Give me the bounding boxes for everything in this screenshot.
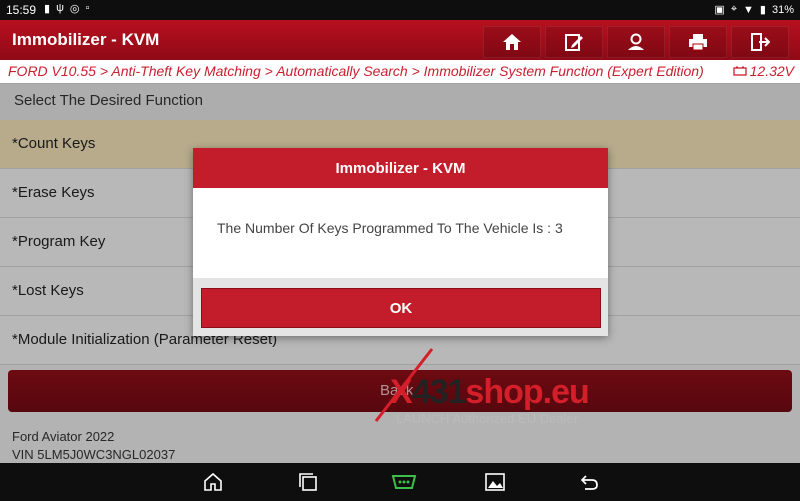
- watermark-tagline: LAUNCH Authorized EU Dealer: [396, 411, 579, 426]
- breadcrumb: FORD V10.55 > Anti-Theft Key Matching > …: [0, 60, 800, 84]
- notification-icon: ◎: [69, 3, 80, 15]
- voltage-readout: 12.32V: [732, 63, 794, 79]
- back-arrow-icon: [580, 475, 598, 490]
- nav-home-button[interactable]: [201, 471, 225, 493]
- nav-recents-button[interactable]: [296, 471, 320, 493]
- home-outline-icon: [204, 472, 222, 491]
- box-icon: ▫: [85, 2, 90, 14]
- vci-connector-icon: [391, 475, 417, 489]
- nav-vci-button[interactable]: [390, 471, 418, 493]
- vpn-icon: ▣: [714, 4, 725, 16]
- edit-report-icon: [565, 34, 583, 51]
- usb-icon: ψ: [56, 2, 64, 14]
- dialog-footer: OK: [193, 278, 608, 336]
- nav-gallery-button[interactable]: [483, 471, 507, 493]
- dialog-title: Immobilizer - KVM: [193, 148, 608, 188]
- recents-icon: [299, 473, 317, 491]
- edit-report-button[interactable]: [545, 26, 603, 58]
- navigation-bar: [0, 463, 800, 501]
- nav-back-button[interactable]: [577, 471, 601, 493]
- home-icon: [503, 34, 521, 50]
- status-bar: 15:59 ▮ ψ ◎ ▫ ▣ ⌖ ▼ ▮ 31%: [0, 0, 800, 20]
- dialog-message: The Number Of Keys Programmed To The Veh…: [217, 220, 563, 236]
- location-icon: ⌖: [730, 3, 738, 15]
- print-icon: [689, 34, 707, 51]
- print-button[interactable]: [669, 26, 727, 58]
- user-button[interactable]: [607, 26, 665, 58]
- watermark-logo: X431shop.eu LAUNCH Authorized EU Dealer: [370, 345, 620, 426]
- battery-percent: 31%: [771, 3, 794, 16]
- battery-icon: ▮: [759, 4, 766, 16]
- wifi-icon: ▼: [743, 3, 754, 16]
- image-icon: [485, 473, 505, 491]
- home-button[interactable]: [483, 26, 541, 58]
- clock: 15:59: [6, 3, 37, 17]
- battery-voltage-icon: [732, 66, 747, 76]
- exit-icon: [751, 33, 770, 51]
- key-count-dialog: Immobilizer - KVM The Number Of Keys Pro…: [193, 148, 608, 336]
- user-icon: [628, 33, 644, 50]
- app-title: Immobilizer - KVM: [12, 30, 160, 49]
- sim-icon: ▮: [44, 3, 51, 15]
- title-bar: Immobilizer - KVM: [0, 20, 800, 60]
- ok-button[interactable]: OK: [201, 288, 601, 328]
- breadcrumb-path: FORD V10.55 > Anti-Theft Key Matching > …: [8, 63, 704, 79]
- exit-button[interactable]: [731, 26, 789, 58]
